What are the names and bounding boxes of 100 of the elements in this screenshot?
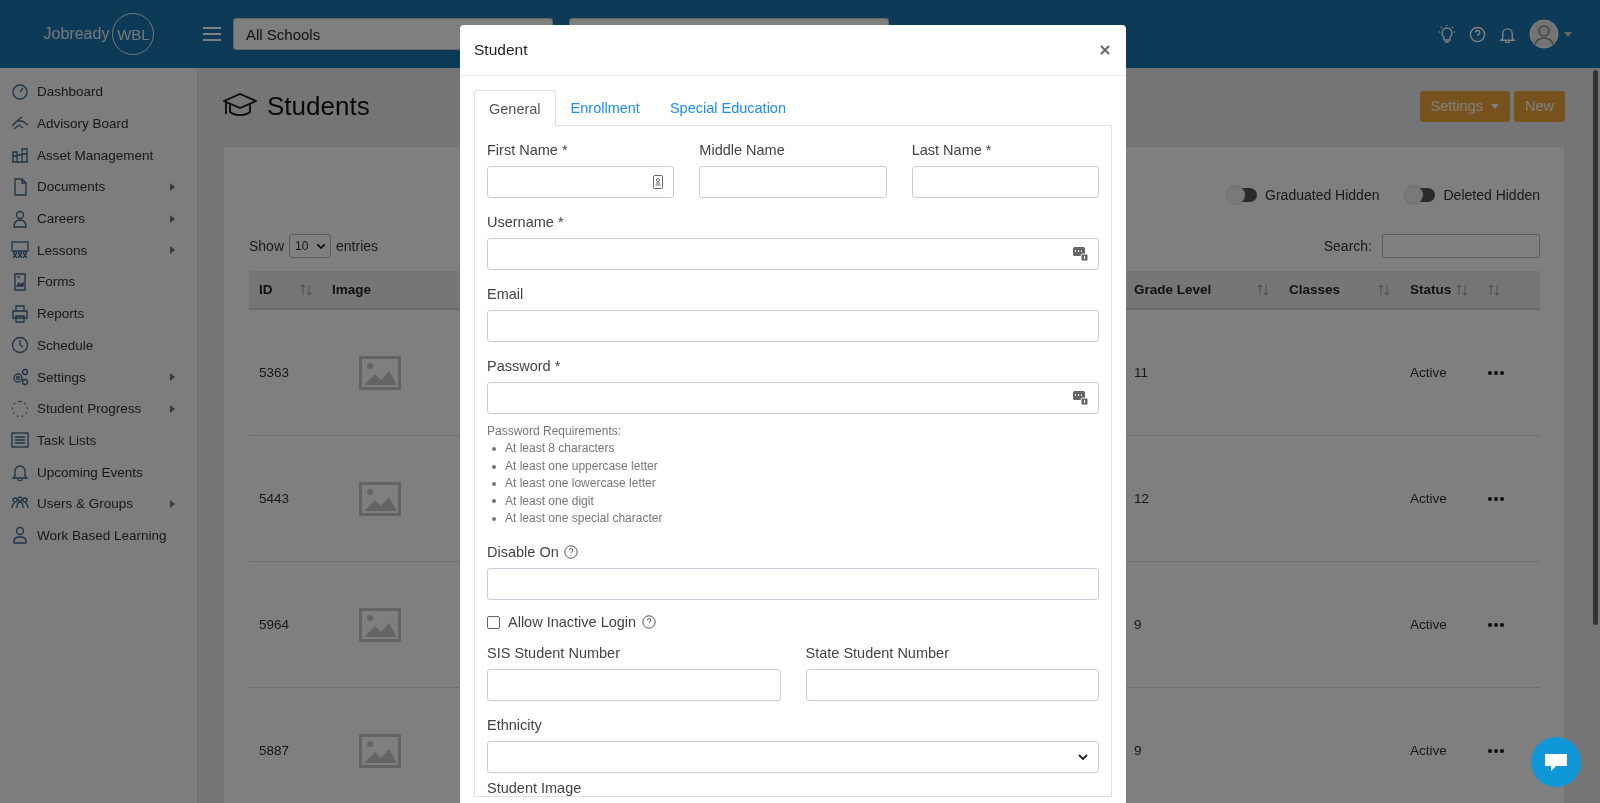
- field-label: Ethnicity: [487, 716, 542, 733]
- search-field[interactable]: [1382, 234, 1540, 258]
- column-header[interactable]: Status: [1410, 282, 1452, 297]
- field-label: First Name *: [487, 141, 568, 158]
- search-label: Search:: [1323, 238, 1372, 254]
- tab[interactable]: Enrollment: [555, 89, 655, 125]
- table-cell: 5443: [259, 491, 290, 506]
- table-cell: 9: [1134, 743, 1142, 758]
- table-cell: Active: [1410, 365, 1447, 380]
- avatar-icon[interactable]: [1529, 19, 1559, 49]
- sidebar-item[interactable]: Forms: [0, 266, 197, 298]
- column-header[interactable]: Grade Level: [1134, 282, 1212, 297]
- entries-label: entries: [336, 238, 379, 254]
- requirement-item: At least one special character: [505, 510, 663, 528]
- help-icon[interactable]: [563, 544, 578, 559]
- bullet-icon: [492, 447, 496, 452]
- show-label: Show: [249, 238, 285, 254]
- sidebar-item[interactable]: Asset Management: [0, 139, 197, 172]
- sidebar-item[interactable]: Dashboard: [0, 76, 197, 108]
- page-size-select[interactable]: 10: [289, 234, 332, 258]
- more-options-icon[interactable]: [1488, 496, 1504, 501]
- toggle-label: Graduated Hidden: [1265, 187, 1380, 203]
- sidebar-item[interactable]: Reports: [0, 297, 197, 330]
- requirement-item: At least one lowercase letter: [505, 475, 656, 493]
- person-badge-icon: [11, 526, 29, 545]
- sort-icon[interactable]: [1456, 283, 1468, 296]
- field-label: Username *: [487, 213, 564, 230]
- sidebar-item[interactable]: Settings: [0, 361, 197, 393]
- field-label: Email: [487, 285, 524, 302]
- gears-icon: [11, 368, 29, 387]
- sidebar-item[interactable]: Student Progress: [0, 392, 197, 425]
- sidebar-item[interactable]: Work Based Learning: [0, 519, 197, 552]
- help-icon[interactable]: [642, 615, 657, 630]
- sort-icon[interactable]: [1378, 283, 1390, 296]
- table-cell: 12: [1134, 491, 1150, 506]
- more-options-icon[interactable]: [1488, 370, 1504, 375]
- contact-card-icon[interactable]: [653, 175, 664, 189]
- text-field[interactable]: [487, 166, 675, 198]
- lightbulb-icon[interactable]: [1438, 25, 1456, 43]
- tab[interactable]: Special Education: [654, 89, 801, 125]
- field-label: Middle Name: [699, 141, 785, 158]
- more-options-icon[interactable]: [1488, 622, 1504, 627]
- bullet-icon: [492, 464, 496, 469]
- sidebar-item[interactable]: Schedule: [0, 329, 197, 362]
- key-grid-icon[interactable]: [1073, 391, 1088, 405]
- bullet-icon: [492, 516, 496, 521]
- chevron-down-icon: [317, 243, 326, 249]
- document-icon: [11, 177, 29, 196]
- column-header[interactable]: ID: [259, 282, 273, 297]
- sidebar-item[interactable]: Advisory Board: [0, 107, 197, 140]
- caret-icon[interactable]: [1564, 31, 1572, 37]
- text-field[interactable]: [487, 669, 781, 702]
- field-label: State Student Number: [805, 644, 949, 661]
- column-header[interactable]: Classes: [1289, 282, 1341, 297]
- table-cell: 5887: [259, 743, 290, 758]
- chevron-down-icon[interactable]: [1078, 754, 1088, 761]
- table-cell: 5363: [259, 365, 290, 380]
- text-field[interactable]: [487, 568, 1099, 601]
- chat-button[interactable]: [1531, 737, 1581, 787]
- select-field[interactable]: [487, 741, 1099, 774]
- sidebar-item[interactable]: Documents: [0, 171, 197, 203]
- sidebar-item[interactable]: Lessons: [0, 234, 197, 267]
- image-placeholder-icon: [359, 355, 401, 390]
- more-options-icon[interactable]: [1488, 748, 1504, 753]
- text-field[interactable]: [487, 310, 1099, 342]
- menu-icon[interactable]: [203, 27, 221, 41]
- key-grid-icon[interactable]: [1073, 247, 1088, 261]
- bullet-icon: [492, 499, 496, 504]
- text-field[interactable]: [805, 669, 1099, 702]
- toggle-switch[interactable]: [1407, 188, 1436, 202]
- text-field[interactable]: [487, 238, 1099, 270]
- person-icon: [11, 209, 29, 228]
- sort-icon[interactable]: [300, 283, 312, 296]
- requirement-item: At least one digit: [505, 492, 594, 510]
- chat-bubble-icon: [1544, 751, 1568, 773]
- sidebar-item[interactable]: Upcoming Events: [0, 456, 197, 488]
- text-field[interactable]: [699, 166, 887, 198]
- text-field[interactable]: [487, 382, 1099, 414]
- field-label: Password *: [487, 357, 561, 374]
- clock-icon: [11, 336, 29, 355]
- image-placeholder-icon: [359, 733, 401, 768]
- tab[interactable]: General: [474, 90, 556, 126]
- close-icon[interactable]: [1100, 45, 1110, 55]
- image-placeholder-icon: [359, 481, 401, 516]
- sort-icon[interactable]: [1488, 283, 1500, 296]
- toggle-switch[interactable]: [1229, 188, 1258, 202]
- sidebar-item[interactable]: Careers: [0, 202, 197, 235]
- bell-icon[interactable]: [1499, 25, 1516, 43]
- sidebar-item[interactable]: Task Lists: [0, 424, 197, 457]
- printer-icon: [11, 304, 29, 323]
- table-cell: 11: [1134, 365, 1148, 380]
- sidebar-item[interactable]: Users & Groups: [0, 487, 197, 520]
- scrollbar[interactable]: [1593, 70, 1598, 625]
- text-field[interactable]: [911, 166, 1099, 198]
- image-placeholder-icon: [359, 607, 401, 642]
- column-header[interactable]: Image: [332, 282, 372, 297]
- sort-icon[interactable]: [1257, 283, 1269, 296]
- toggle-label: Deleted Hidden: [1443, 187, 1540, 203]
- field-label: Student Image: [487, 780, 582, 797]
- checkbox[interactable]: [487, 615, 500, 629]
